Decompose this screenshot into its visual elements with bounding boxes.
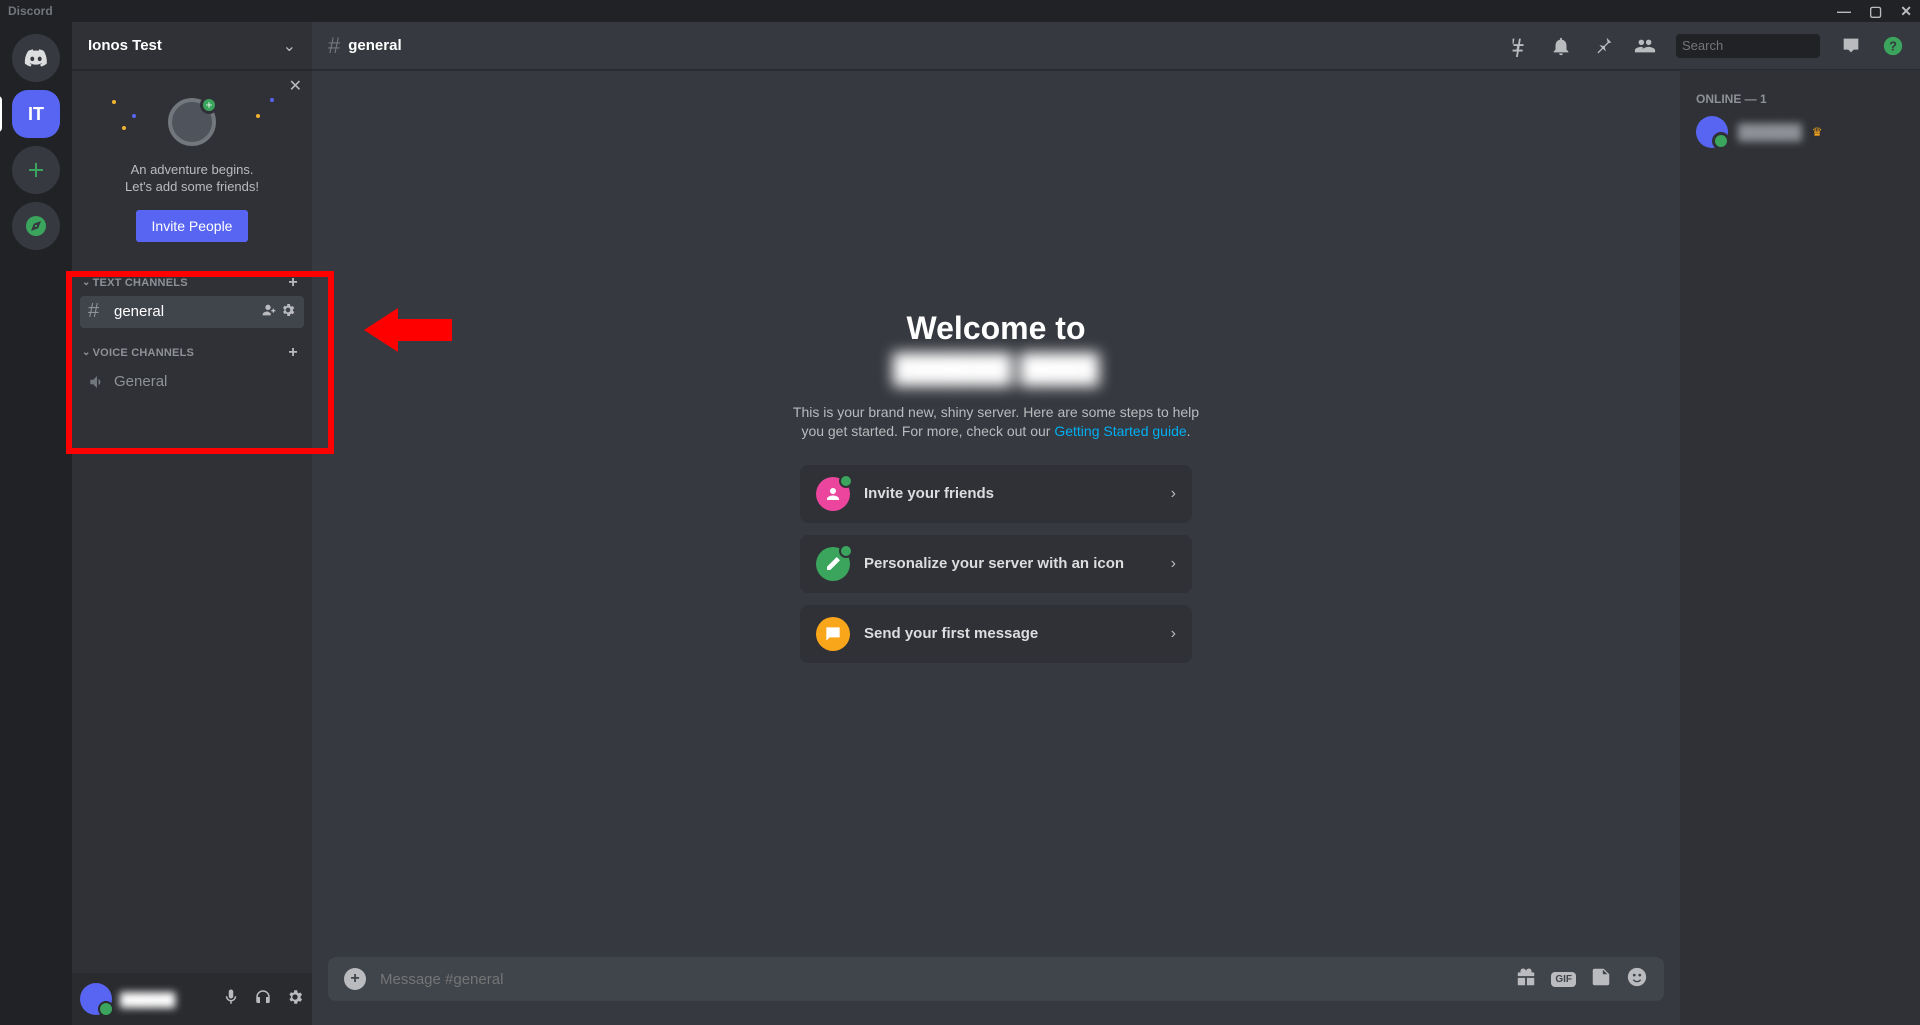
gift-button[interactable] xyxy=(1515,966,1537,993)
server-name: Ionos Test xyxy=(88,37,283,54)
notifications-button[interactable] xyxy=(1550,35,1572,57)
add-text-channel[interactable]: + xyxy=(284,274,302,292)
invite-text-line1: An adventure begins. xyxy=(88,162,296,179)
chevron-right-icon: › xyxy=(1171,555,1176,573)
channel-label: general xyxy=(114,303,164,320)
channel-label: General xyxy=(114,373,167,390)
category-voice-channels[interactable]: ⌄ VOICE CHANNELS + xyxy=(80,328,304,366)
chevron-down-icon: ⌄ xyxy=(82,347,91,358)
window-maximize-icon[interactable]: ▢ xyxy=(1869,3,1882,20)
plus-badge-icon xyxy=(200,96,218,114)
threads-button[interactable] xyxy=(1508,35,1530,57)
discord-logo-icon xyxy=(24,46,48,70)
gif-button[interactable]: GIF xyxy=(1551,972,1576,987)
card-label: Invite your friends xyxy=(864,485,1171,502)
card-first-message[interactable]: Send your first message › xyxy=(800,605,1192,663)
home-button[interactable] xyxy=(12,34,60,82)
category-label: VOICE CHANNELS xyxy=(93,347,194,359)
emoji-button[interactable] xyxy=(1626,966,1648,993)
welcome-server-name: ██████ ████ xyxy=(893,353,1099,385)
invite-card: ✕ An adventure begins. Let's add some fr… xyxy=(72,70,312,258)
card-label: Send your first message xyxy=(864,625,1171,642)
member-row[interactable]: ██████ ♛ xyxy=(1688,112,1912,152)
explore-servers-button[interactable] xyxy=(12,202,60,250)
card-personalize-icon[interactable]: Personalize your server with an icon › xyxy=(800,535,1192,593)
server-initials: IT xyxy=(28,104,44,125)
compass-icon xyxy=(24,214,48,238)
create-invite-icon[interactable] xyxy=(260,302,276,321)
mute-mic-button[interactable] xyxy=(222,988,240,1011)
welcome-screen: Welcome to ██████ ████ This is your bran… xyxy=(312,70,1680,957)
member-avatar xyxy=(1696,116,1728,148)
chevron-right-icon: › xyxy=(1171,625,1176,643)
hash-icon xyxy=(88,300,108,323)
inbox-button[interactable] xyxy=(1840,35,1862,57)
chevron-down-icon: ⌄ xyxy=(82,277,91,288)
chevron-right-icon: › xyxy=(1171,485,1176,503)
message-input[interactable] xyxy=(380,971,1501,988)
app-name: Discord xyxy=(8,4,53,18)
invite-card-art xyxy=(88,92,296,152)
channel-general-text[interactable]: general xyxy=(80,296,304,328)
member-list: ONLINE — 1 ██████ ♛ xyxy=(1680,70,1920,1025)
channel-name: general xyxy=(348,37,401,54)
channel-list: ⌄ TEXT CHANNELS + general ⌄ VOICE CHANNE… xyxy=(72,258,312,406)
member-list-header: ONLINE — 1 xyxy=(1688,86,1912,112)
member-list-toggle[interactable] xyxy=(1634,35,1656,57)
chat-area: Welcome to ██████ ████ This is your bran… xyxy=(312,70,1680,1025)
welcome-title: Welcome to xyxy=(907,310,1086,347)
attach-button[interactable]: + xyxy=(344,968,366,990)
card-invite-friends[interactable]: Invite your friends › xyxy=(800,465,1192,523)
server-ionos-test[interactable]: IT xyxy=(12,90,60,138)
user-panel: ██████ xyxy=(72,973,312,1025)
server-header[interactable]: Ionos Test ⌄ xyxy=(72,22,312,70)
hash-icon xyxy=(328,33,340,59)
server-owner-crown-icon: ♛ xyxy=(1812,125,1823,139)
welcome-subtitle: This is your brand new, shiny server. He… xyxy=(786,403,1206,441)
plus-icon xyxy=(24,158,48,182)
category-text-channels[interactable]: ⌄ TEXT CHANNELS + xyxy=(80,258,304,296)
speaker-icon xyxy=(88,373,108,391)
channel-sidebar: Ionos Test ⌄ ✕ An adventure begins. Let'… xyxy=(72,22,312,1025)
sticker-button[interactable] xyxy=(1590,966,1612,993)
user-settings-button[interactable] xyxy=(286,988,304,1011)
pinned-messages-button[interactable] xyxy=(1592,35,1614,57)
gear-icon[interactable] xyxy=(280,302,296,321)
first-message-icon xyxy=(816,617,850,651)
category-label: TEXT CHANNELS xyxy=(93,277,188,289)
invite-people-button[interactable]: Invite People xyxy=(136,210,249,242)
window-close-icon[interactable]: ✕ xyxy=(1900,3,1912,20)
deafen-button[interactable] xyxy=(254,988,272,1011)
chevron-down-icon: ⌄ xyxy=(283,36,296,56)
svg-text:?: ? xyxy=(1889,38,1897,53)
main-area: general ? Welcome to ██████ ████ xyxy=(312,22,1920,1025)
add-server-button[interactable] xyxy=(12,146,60,194)
add-voice-channel[interactable]: + xyxy=(284,344,302,362)
channel-header: general ? xyxy=(312,22,1920,70)
invite-friends-icon xyxy=(816,477,850,511)
search-box[interactable] xyxy=(1676,34,1820,58)
avatar-placeholder-icon xyxy=(168,98,216,146)
channel-general-voice[interactable]: General xyxy=(80,366,304,398)
card-label: Personalize your server with an icon xyxy=(864,555,1171,572)
user-avatar[interactable] xyxy=(80,983,112,1015)
member-name: ██████ xyxy=(1738,124,1802,141)
help-button[interactable]: ? xyxy=(1882,35,1904,57)
search-input[interactable] xyxy=(1682,38,1858,53)
server-rail: IT xyxy=(0,22,72,1025)
getting-started-link[interactable]: Getting Started guide xyxy=(1054,423,1186,439)
window-titlebar: Discord — ▢ ✕ xyxy=(0,0,1920,22)
window-minimize-icon[interactable]: — xyxy=(1837,3,1851,20)
message-composer: + GIF xyxy=(312,957,1680,1025)
invite-text-line2: Let's add some friends! xyxy=(88,179,296,196)
user-name: ██████ xyxy=(120,992,175,1007)
personalize-icon xyxy=(816,547,850,581)
